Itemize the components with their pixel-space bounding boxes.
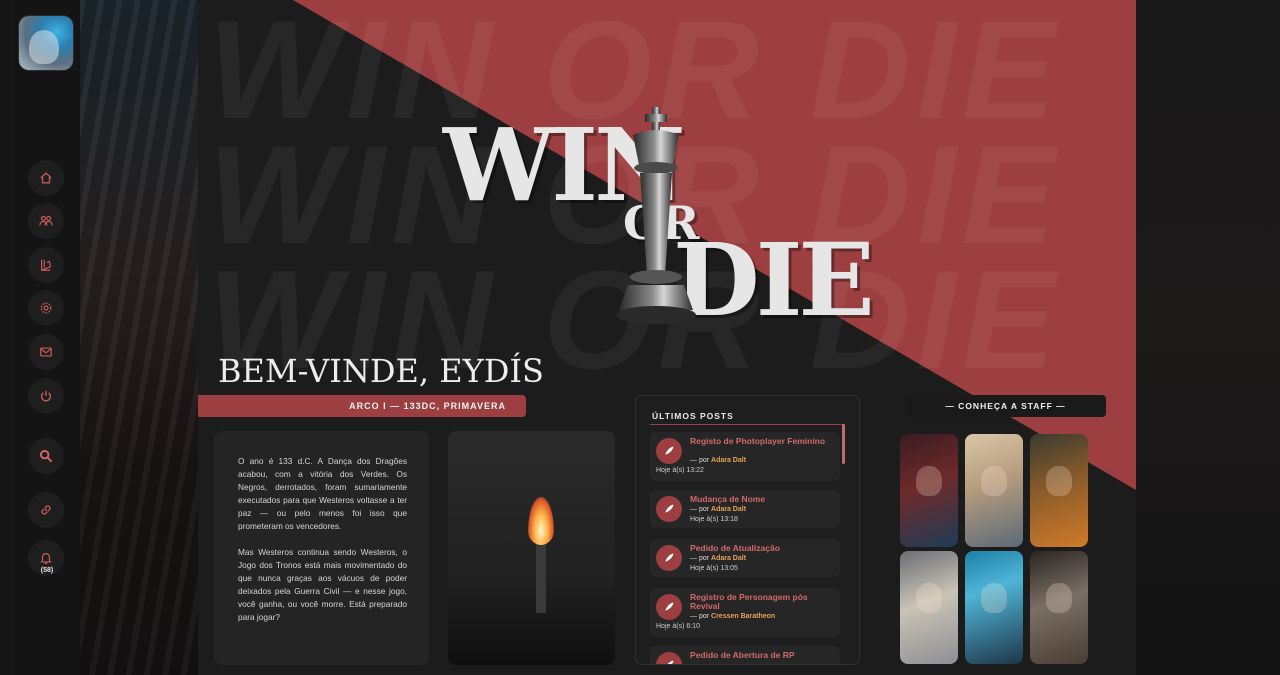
staff-member-card[interactable]	[900, 434, 958, 547]
notification-count: (58)	[40, 567, 54, 574]
power-icon[interactable]	[28, 378, 64, 414]
gear-icon[interactable]	[28, 290, 64, 326]
chess-king-icon	[616, 107, 696, 324]
intro-paragraph-2: Mas Westeros continua sendo Westeros, o …	[238, 547, 407, 622]
post-title[interactable]: Registro de Personagem pós Revival	[690, 593, 830, 611]
post-title[interactable]: Registo de Photoplayer Feminino	[690, 437, 830, 446]
post-item[interactable]: Pedido de Atualização — por Adara Dalt H…	[650, 539, 840, 577]
avatar[interactable]	[19, 16, 73, 70]
feather-icon	[656, 652, 682, 664]
site-logo: WIN OR DIE	[443, 105, 903, 340]
post-item[interactable]: Registro de Personagem pós Revival — por…	[650, 588, 840, 637]
feather-icon	[656, 438, 682, 464]
link-icon[interactable]	[28, 492, 64, 528]
post-title[interactable]: Mudança de Nome	[690, 495, 830, 504]
arc-banner: ARCO I — 133DC, PRIMAVERA	[198, 395, 526, 417]
post-author[interactable]: Cressen Baratheon	[711, 613, 775, 620]
left-background-artwork	[80, 0, 200, 675]
post-date: Hoje à(s) 13:05	[690, 565, 738, 572]
home-icon[interactable]	[28, 160, 64, 196]
staff-heading: — CONHEÇA A STAFF —	[905, 395, 1106, 417]
intro-card: O ano é 133 d.C. A Dança dos Dragões aca…	[214, 431, 429, 665]
right-background-artwork	[1136, 0, 1280, 675]
post-author[interactable]: Adara Dalt	[711, 555, 746, 562]
post-title[interactable]: Pedido de Abertura de RP	[690, 651, 830, 660]
main-content: WIN OR DIE WIN OR DIE WIN OR DIE WIN OR …	[198, 0, 1136, 675]
post-by-label: — por	[690, 613, 712, 620]
sidebar: (58)	[14, 0, 80, 675]
staff-member-card[interactable]	[965, 551, 1023, 664]
post-author-line: — por Adara Dalt	[690, 555, 746, 562]
candle-flame	[528, 497, 554, 545]
welcome-heading: BEM-VINDE, EYDÍS	[218, 352, 544, 390]
post-by-label: — por	[690, 457, 712, 464]
books-icon[interactable]	[28, 247, 64, 283]
post-author-line: — por Cressen Baratheon	[690, 613, 775, 620]
post-author-line: — por Adara Dalt	[690, 506, 746, 513]
left-edge-background	[0, 0, 14, 675]
post-date: Hoje à(s) 6:10	[656, 623, 700, 630]
post-item[interactable]: Pedido de Abertura de RP	[650, 646, 840, 664]
post-author[interactable]: Adara Dalt	[711, 457, 746, 464]
mail-icon[interactable]	[28, 334, 64, 370]
staff-member-card[interactable]	[900, 551, 958, 664]
post-title[interactable]: Pedido de Atualização	[690, 544, 830, 553]
latest-posts-panel: ÚLTIMOS POSTS Registo de Photoplayer Fem…	[635, 395, 860, 665]
feather-icon	[656, 594, 682, 620]
users-icon[interactable]	[28, 203, 64, 239]
post-item[interactable]: Mudança de Nome — por Adara Dalt Hoje à(…	[650, 490, 840, 528]
post-by-label: — por	[690, 555, 712, 562]
post-item[interactable]: Registo de Photoplayer Feminino — por Ad…	[650, 432, 840, 481]
latest-posts-title: ÚLTIMOS POSTS	[652, 411, 734, 421]
divider	[650, 424, 845, 425]
scrollbar-thumb[interactable]	[842, 424, 845, 464]
intro-paragraph-1: O ano é 133 d.C. A Dança dos Dragões aca…	[238, 456, 407, 531]
feather-icon	[656, 545, 682, 571]
post-by-label: — por	[690, 506, 712, 513]
candle-image	[448, 431, 615, 665]
feather-icon	[656, 496, 682, 522]
staff-member-card[interactable]	[965, 434, 1023, 547]
candle-stick	[536, 543, 546, 613]
post-author-line: — por Adara Dalt	[690, 457, 746, 464]
post-author[interactable]: Adara Dalt	[711, 506, 746, 513]
search-icon[interactable]	[28, 438, 64, 474]
post-date: Hoje à(s) 13:18	[690, 516, 738, 523]
staff-member-card[interactable]	[1030, 551, 1088, 664]
staff-member-card[interactable]	[1030, 434, 1088, 547]
post-date: Hoje à(s) 13:22	[656, 467, 704, 474]
